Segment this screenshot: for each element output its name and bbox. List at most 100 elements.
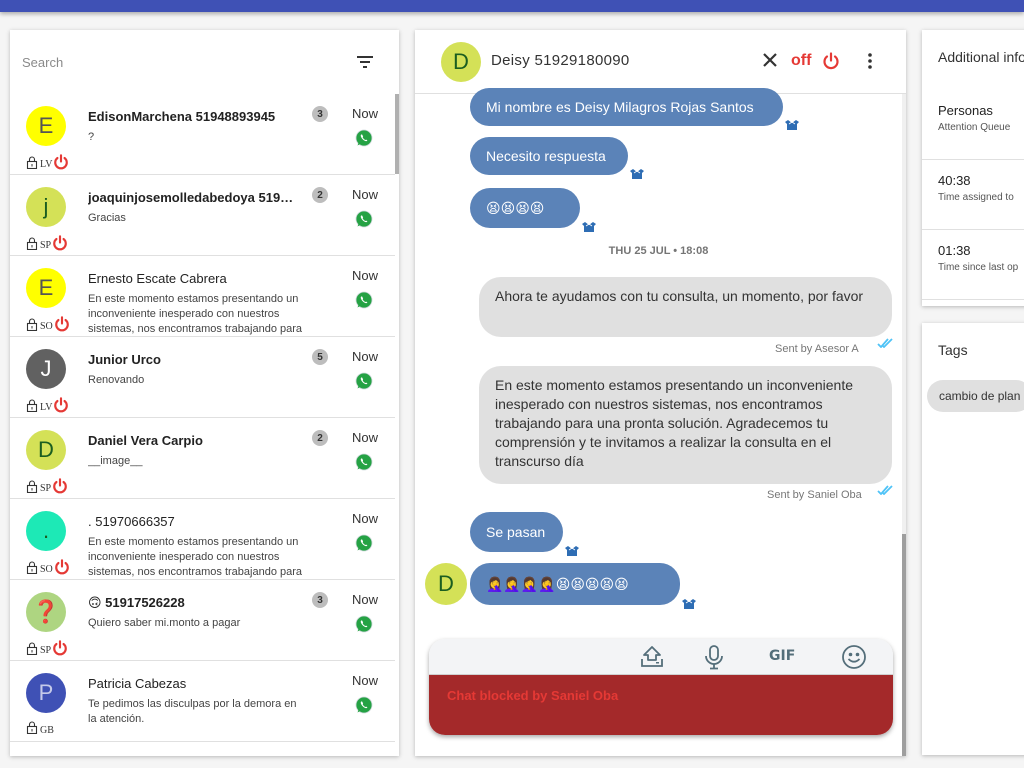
conversation-avatar: E xyxy=(26,268,66,308)
status-off-label[interactable]: off xyxy=(791,52,811,70)
info-value: Personas xyxy=(938,103,993,118)
sent-by-label: Sent by Asesor A xyxy=(775,343,859,355)
unread-badge: 5 xyxy=(312,349,328,365)
delivered-box-icon xyxy=(784,118,800,136)
conversation-status: SP xyxy=(26,478,68,499)
conversation-status: SO xyxy=(26,559,70,580)
whatsapp-icon xyxy=(354,209,374,234)
whatsapp-icon xyxy=(354,371,374,396)
filter-icon[interactable] xyxy=(353,50,377,74)
conversation-preview: En este momento estamos presentando un i… xyxy=(88,536,303,578)
conversation-name: EdisonMarchena 51948893945 xyxy=(88,109,276,124)
incoming-message: 🤦‍♀️🤦‍♀️🤦‍♀️🤦‍♀️😫😫😫😫😫 xyxy=(470,563,680,605)
conversation-status: SP xyxy=(26,640,68,661)
conversation-name: joaquinjosemolledabedoya 51960… xyxy=(88,190,298,205)
conversation-time: Now xyxy=(352,268,379,283)
outgoing-message: En este momento estamos presentando un i… xyxy=(479,366,892,484)
close-chat-icon[interactable] xyxy=(762,52,778,73)
more-vert-icon[interactable] xyxy=(867,52,873,75)
agent-code: SP xyxy=(40,483,52,494)
incoming-message: Se pasan xyxy=(470,512,563,552)
conversation-status: GB xyxy=(26,721,54,739)
conversation-time: Now xyxy=(352,592,379,607)
whatsapp-icon xyxy=(354,452,374,477)
conversation-status: SP xyxy=(26,235,68,256)
conversation-item[interactable]: j SP joaquinjosemolledabedoya 51960… Gracia… xyxy=(10,175,395,256)
power-icon[interactable] xyxy=(54,559,70,580)
conversation-avatar: . xyxy=(26,511,66,551)
conversation-avatar: J xyxy=(26,349,66,389)
lock-icon[interactable] xyxy=(26,479,38,498)
power-icon[interactable] xyxy=(53,397,69,418)
agent-code: SO xyxy=(40,564,53,575)
list-scrollbar[interactable] xyxy=(395,94,399,174)
lock-icon[interactable] xyxy=(26,721,38,739)
read-checks-icon xyxy=(877,482,895,500)
microphone-icon[interactable] xyxy=(703,644,725,675)
power-icon[interactable] xyxy=(52,640,68,661)
agent-code: LV xyxy=(40,159,53,170)
unread-badge: 3 xyxy=(312,106,328,122)
chat-scrollbar[interactable] xyxy=(902,94,906,756)
message-sender-avatar: D xyxy=(425,563,467,605)
conversation-avatar: E xyxy=(26,106,66,146)
power-icon[interactable] xyxy=(52,235,68,256)
lock-icon[interactable] xyxy=(26,236,38,255)
conversation-name: . 51970666357 xyxy=(88,514,175,529)
chat-panel: D Deisy 51929180090 off Mi nombre es Dei… xyxy=(415,30,906,756)
info-label: Attention Queue xyxy=(938,122,1011,133)
sent-by-label: Sent by Saniel Oba xyxy=(767,489,862,501)
power-icon[interactable] xyxy=(53,154,69,175)
conversation-item[interactable]: P GB Patricia Cabezas Te pedimos las discul… xyxy=(10,661,395,742)
lock-icon[interactable] xyxy=(26,560,38,579)
delivered-box-icon xyxy=(629,167,645,185)
conversation-time: Now xyxy=(352,673,379,688)
additional-info-panel: Additional info Personas Attention Queue… xyxy=(922,30,1024,306)
message-text: En este momento estamos presentando un i… xyxy=(495,377,854,469)
conversation-item[interactable]: E LV EdisonMarchena 51948893945? 3 Now xyxy=(10,94,395,175)
conversation-avatar: j xyxy=(26,187,66,227)
conversation-item[interactable]: J LV Junior Urco Renovando 5 Now xyxy=(10,337,395,418)
power-icon[interactable] xyxy=(822,52,840,75)
whatsapp-icon xyxy=(354,290,374,315)
additional-info-title: Additional info xyxy=(938,49,1024,65)
message-text: Necesito respuesta xyxy=(486,148,606,164)
power-icon[interactable] xyxy=(52,478,68,499)
incoming-message: Mi nombre es Deisy Milagros Rojas Santos xyxy=(470,88,783,126)
message-text: Ahora te ayudamos con tu consulta, un mo… xyxy=(495,288,864,304)
conversation-time: Now xyxy=(352,349,379,364)
search-row xyxy=(10,30,399,94)
conversation-item[interactable]: ❓ SP 🙃 51917526228 Quiero saber mi.monto a … xyxy=(10,580,395,661)
lock-icon[interactable] xyxy=(26,155,38,174)
conversation-status: LV xyxy=(26,397,69,418)
conversation-item[interactable]: . SO . 51970666357 En este momento estamos … xyxy=(10,499,395,580)
search-input[interactable] xyxy=(22,54,353,70)
chat-header: D Deisy 51929180090 off xyxy=(415,30,906,94)
agent-code: SO xyxy=(40,321,53,332)
conversation-preview: Gracias xyxy=(88,212,126,224)
lock-icon[interactable] xyxy=(26,398,38,417)
conversation-time: Now xyxy=(352,430,379,445)
power-icon[interactable] xyxy=(54,316,70,337)
info-item-time-assigned: 40:38 Time assigned to xyxy=(922,160,1024,230)
lock-icon[interactable] xyxy=(26,641,38,660)
tag-chip[interactable]: cambio de plan xyxy=(927,380,1024,412)
emoji-icon[interactable] xyxy=(841,644,867,675)
delivered-box-icon xyxy=(564,544,580,562)
contact-avatar: D xyxy=(441,42,481,82)
whatsapp-icon xyxy=(354,614,374,639)
info-value: 40:38 xyxy=(938,173,971,188)
lock-icon[interactable] xyxy=(26,317,38,336)
chat-scrollbar-thumb[interactable] xyxy=(902,534,906,756)
unread-badge: 2 xyxy=(312,187,328,203)
info-label: Time since last op xyxy=(938,262,1019,273)
unread-badge: 2 xyxy=(312,430,328,446)
outgoing-message: Ahora te ayudamos con tu consulta, un mo… xyxy=(479,277,892,337)
gif-icon[interactable]: GIF xyxy=(769,648,795,664)
composer: GIF Chat blocked by Saniel Oba xyxy=(429,639,893,735)
message-text: 🤦‍♀️🤦‍♀️🤦‍♀️🤦‍♀️😫😫😫😫😫 xyxy=(486,576,629,592)
date-separator: THU 25 JUL • 18:08 xyxy=(608,245,709,257)
upload-icon[interactable] xyxy=(639,644,665,675)
conversation-item[interactable]: D SP Daniel Vera Carpio __image__ 2 Now xyxy=(10,418,395,499)
conversation-item[interactable]: E SO Ernesto Escate Cabrera En este momento… xyxy=(10,256,395,337)
